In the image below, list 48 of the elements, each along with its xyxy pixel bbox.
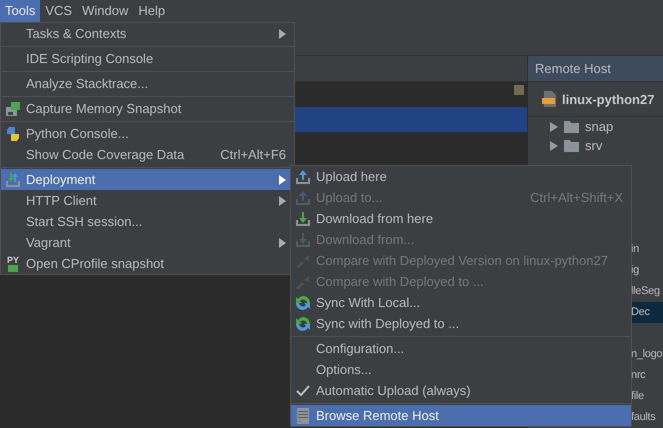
menu-item[interactable]: Help bbox=[133, 0, 170, 22]
menu-item[interactable]: Sync With Local... bbox=[291, 292, 631, 313]
menu-item[interactable]: IDE Scripting Console bbox=[1, 48, 294, 69]
menu-item[interactable]: VCS bbox=[40, 0, 78, 22]
expand-arrow-icon[interactable] bbox=[550, 140, 558, 151]
menu-item[interactable]: Upload here bbox=[291, 166, 631, 187]
folder-icon bbox=[564, 140, 579, 152]
server-icon bbox=[294, 408, 312, 424]
tree-item[interactable]: nrc bbox=[631, 365, 663, 386]
server-name: linux-python27 bbox=[562, 92, 654, 107]
download-icon bbox=[294, 210, 312, 226]
expand-arrow-icon[interactable] bbox=[550, 122, 558, 132]
menu-item[interactable]: PY Open CProfile snapshot bbox=[1, 253, 294, 274]
upload-icon bbox=[294, 168, 312, 184]
tree-item[interactable]: srv bbox=[585, 138, 602, 154]
menu-item[interactable]: Vagrant bbox=[1, 232, 294, 253]
menu-item[interactable]: Capture Memory Snapshot bbox=[1, 98, 294, 119]
memory-chip-icon bbox=[4, 100, 22, 116]
sync-icon bbox=[294, 316, 312, 332]
menu-item[interactable]: Configuration... bbox=[291, 338, 631, 359]
menu-item[interactable]: Sync with Deployed to ... bbox=[291, 313, 631, 334]
upload-icon bbox=[294, 190, 312, 206]
menu-item[interactable]: Tools bbox=[0, 0, 40, 22]
tree-item[interactable]: Dec bbox=[631, 302, 663, 324]
tree-item[interactable]: n_logo bbox=[631, 344, 663, 366]
tree-item[interactable]: file bbox=[631, 386, 663, 408]
tree-item[interactable]: faults bbox=[631, 407, 663, 428]
menu-item[interactable]: Show Code Coverage Data Ctrl+Alt+F6 bbox=[1, 144, 294, 165]
menu-item[interactable]: Analyze Stacktrace... bbox=[1, 73, 294, 94]
panel-title: Remote Host bbox=[528, 56, 663, 82]
download-icon bbox=[294, 232, 312, 248]
menu-item[interactable]: Window bbox=[77, 0, 134, 22]
server-file-icon bbox=[542, 90, 558, 108]
menu-item[interactable]: Browse Remote Host bbox=[291, 405, 631, 426]
marker-icon bbox=[514, 85, 524, 95]
menu-item[interactable]: Automatic Upload (always) bbox=[291, 380, 631, 401]
folder-icon bbox=[564, 120, 579, 133]
menu-item[interactable]: Start SSH session... bbox=[1, 211, 294, 232]
menu-item[interactable]: Python Console... bbox=[1, 123, 294, 144]
python-icon bbox=[4, 126, 22, 142]
sync-icon bbox=[294, 294, 312, 310]
menu-item[interactable]: Download from here bbox=[291, 208, 631, 229]
tree-item[interactable]: snap bbox=[585, 119, 614, 134]
deploy-arrows-icon bbox=[4, 172, 22, 188]
tree-item[interactable]: lleSeg bbox=[631, 281, 663, 302]
menu-item[interactable]: HTTP Client bbox=[1, 190, 294, 211]
menu-item[interactable]: Options... bbox=[291, 359, 631, 380]
menu-item[interactable]: Tasks & Contexts bbox=[1, 23, 294, 44]
